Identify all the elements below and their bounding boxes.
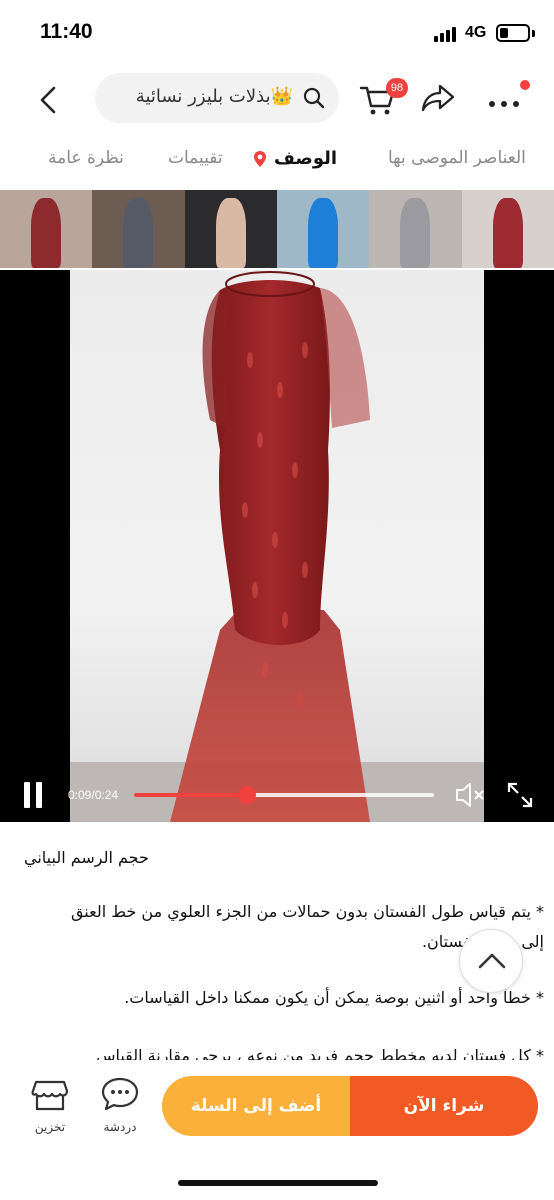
thumbnail-dress: [400, 198, 431, 268]
thumbnail-image[interactable]: [461, 190, 554, 268]
thumbnail-dress: [215, 198, 246, 268]
store-label[interactable]: تخزين: [20, 1120, 80, 1134]
section-tabs: العناصر الموصى بها الوصف تقييمات نظرة عا…: [0, 140, 554, 182]
video-frame: [70, 270, 484, 822]
video-time: 0:09/0:24: [68, 788, 119, 802]
more-icon[interactable]: [484, 86, 524, 116]
video-progress-bar[interactable]: [134, 786, 434, 804]
thumbnail-image[interactable]: [369, 190, 462, 268]
top-nav: 👑بذلات بليزر نسائية 98: [0, 66, 554, 132]
thumbnail-dress: [308, 198, 339, 268]
thumbnail-image[interactable]: [184, 190, 277, 268]
video-progress-fill: [134, 793, 247, 797]
status-bar: 11:40 4G: [0, 0, 554, 66]
location-pin-icon: [253, 150, 267, 168]
chevron-up-icon: [478, 953, 506, 969]
store-icon[interactable]: [30, 1078, 70, 1116]
battery-icon: [496, 24, 530, 42]
thumbnail-image[interactable]: [276, 190, 370, 268]
search-query-text: بذلات بليزر نسائية: [135, 86, 271, 107]
tab-description[interactable]: الوصف: [274, 148, 337, 169]
thumbnail-image[interactable]: [0, 190, 93, 268]
description-title: حجم الرسم البياني: [24, 848, 149, 867]
back-icon[interactable]: [32, 82, 68, 118]
product-video[interactable]: 0:09/0:24: [0, 270, 554, 822]
mute-icon[interactable]: [454, 780, 486, 810]
crown-emoji: 👑: [270, 86, 293, 107]
status-time: 11:40: [40, 20, 93, 43]
scroll-to-top-button[interactable]: [459, 929, 523, 993]
thumbnail-dress: [123, 198, 154, 268]
share-icon[interactable]: [420, 82, 456, 114]
search-bar[interactable]: 👑بذلات بليزر نسائية: [95, 73, 339, 123]
chat-icon[interactable]: [100, 1076, 140, 1116]
video-progress-knob[interactable]: [237, 786, 256, 804]
network-label: 4G: [465, 24, 487, 41]
description-line: * يتم قياس طول الفستان بدون حمالات من ال…: [70, 902, 544, 921]
tab-reviews[interactable]: تقييمات: [168, 148, 223, 168]
chat-label[interactable]: دردشة: [90, 1120, 150, 1134]
dress-image: [170, 271, 370, 822]
tab-recommended[interactable]: العناصر الموصى بها: [388, 148, 526, 168]
home-indicator: [178, 1180, 378, 1186]
pause-button[interactable]: [22, 782, 44, 808]
thumbnail-strip[interactable]: [0, 190, 554, 268]
search-icon: [303, 87, 325, 109]
purchase-buttons: أضف إلى السلة شراء الآن: [162, 1076, 538, 1136]
signal-icon: [434, 26, 460, 42]
description-line: * كل فستان لديه مخطط حجم فريد من نوعه ، …: [95, 1046, 544, 1060]
search-query: 👑بذلات بليزر نسائية: [136, 86, 293, 107]
buy-now-button[interactable]: شراء الآن: [350, 1076, 538, 1136]
thumbnail-image[interactable]: [92, 190, 185, 268]
notification-dot: [520, 80, 530, 90]
tab-overview[interactable]: نظرة عامة: [48, 148, 124, 168]
add-to-cart-button[interactable]: أضف إلى السلة: [162, 1076, 350, 1136]
battery-tip: [532, 30, 535, 37]
thumbnail-dress: [31, 198, 62, 268]
thumbnail-dress: [492, 198, 523, 268]
cart-count-badge: 98: [386, 78, 408, 98]
fullscreen-icon[interactable]: [506, 781, 534, 809]
